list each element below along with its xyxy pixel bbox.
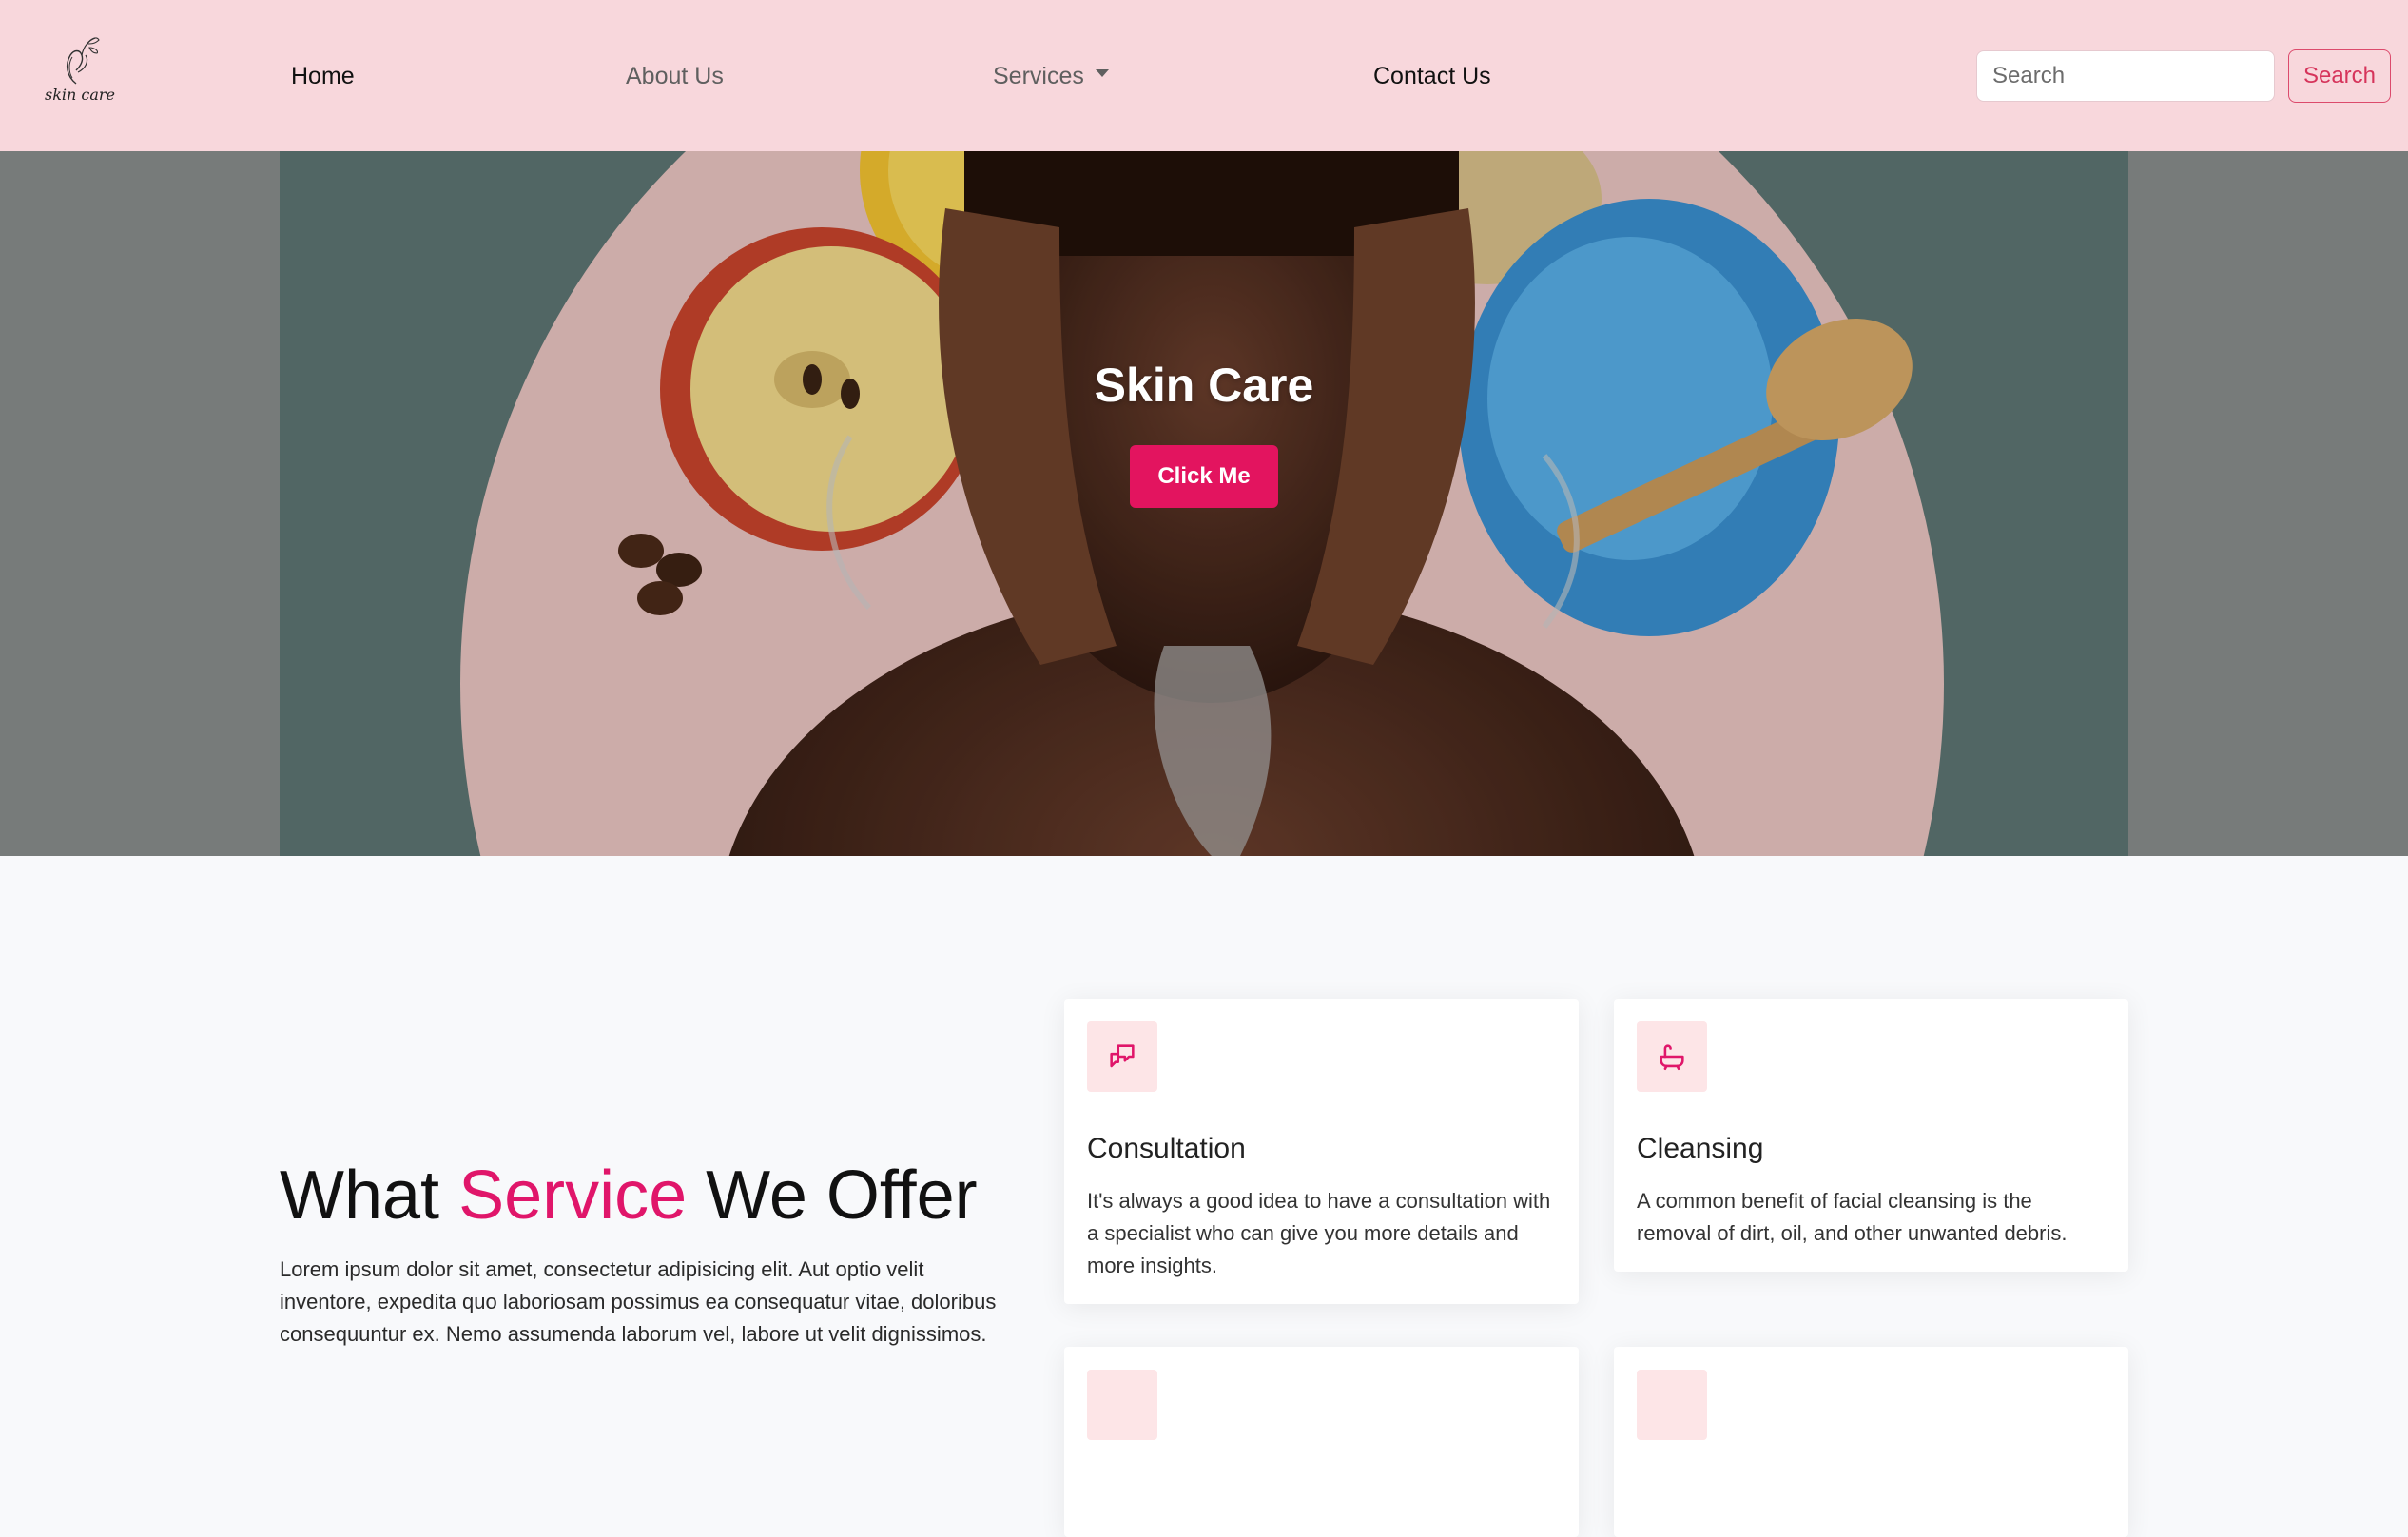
card-title: Cleansing [1637,1133,1764,1164]
search-input[interactable] [1976,50,2275,102]
bathtub-icon [1660,1044,1684,1071]
services-heading-part2: We Offer [687,1158,978,1234]
nav-contact-us[interactable]: Contact Us [1373,59,1491,93]
card-title: Consultation [1087,1133,1246,1164]
card-text: A common benefit of facial cleansing is … [1637,1189,2068,1245]
service-icon [1087,1370,1157,1440]
caret-down-icon [1095,69,1109,78]
service-icon [1637,1370,1707,1440]
brand-logo[interactable]: skin care [38,29,115,114]
nav-home[interactable]: Home [291,59,355,93]
service-card-4[interactable] [1614,1347,2128,1537]
nav-about-us[interactable]: About Us [626,59,724,93]
navbar: skin care Home About Us Services Contact… [0,0,2408,151]
click-me-button[interactable]: Click Me [1130,445,1278,508]
logo-text: skin care [44,86,116,104]
nav-services-dropdown[interactable]: Services [993,59,1109,93]
logo-icon [66,37,100,85]
services-description: Lorem ipsum dolor sit amet, consectetur … [280,1257,997,1346]
service-card-3[interactable] [1064,1347,1579,1537]
search-button[interactable]: Search [2288,49,2391,103]
card-icon-box [1087,1021,1157,1092]
services-heading: What Service We Offer [280,1153,978,1238]
hero-title: Skin Care [1094,359,1314,412]
card-icon-box [1637,1021,1707,1092]
services-heading-part1: What [280,1158,459,1234]
service-card-cleansing[interactable]: Cleansing A common benefit of facial cle… [1614,999,2128,1272]
card-text: It's always a good idea to have a consul… [1087,1189,1551,1277]
chat-bubbles-icon [1110,1044,1135,1068]
services-heading-accent: Service [458,1158,688,1234]
service-card-consultation[interactable]: Consultation It's always a good idea to … [1064,999,1579,1304]
nav-services-label: Services [993,63,1084,89]
